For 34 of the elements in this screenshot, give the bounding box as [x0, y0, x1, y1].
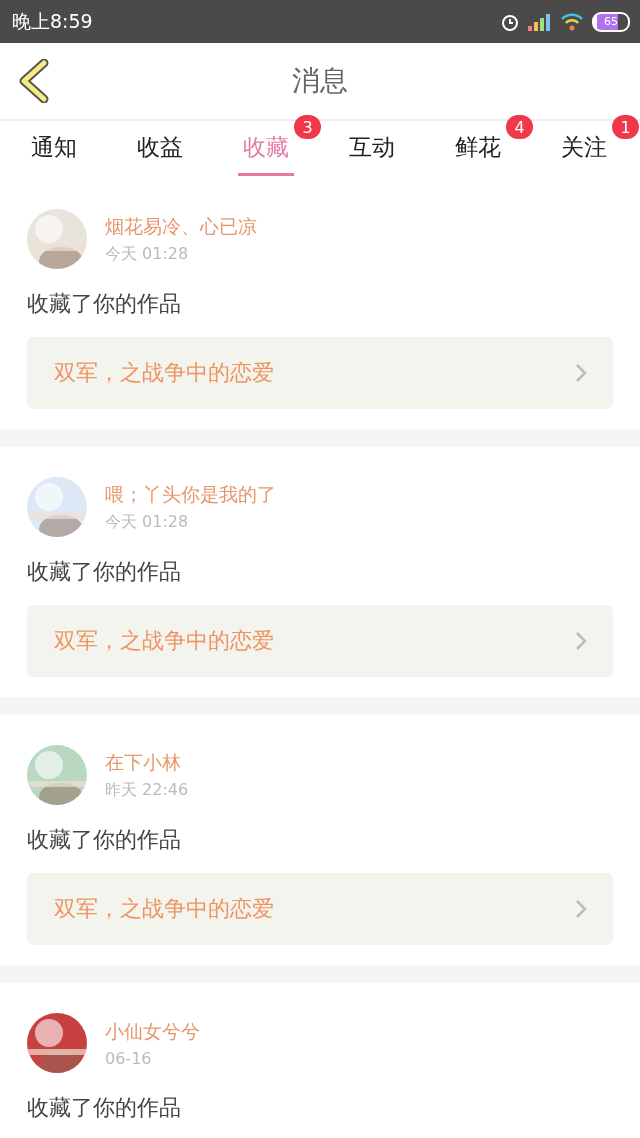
message-time: 06-16: [105, 1048, 153, 1068]
signal-icon: [528, 12, 552, 31]
message-text: 收藏了你的作品: [27, 290, 182, 318]
status-time: 晚上8:59: [12, 8, 93, 34]
tab[interactable]: 互动: [344, 121, 400, 176]
user-name[interactable]: 小仙女兮兮: [105, 1018, 200, 1045]
count-badge: 3: [294, 115, 321, 139]
user-name[interactable]: 喂；丫头你是我的了: [105, 481, 276, 508]
work-title: 双军，之战争中的恋爱: [54, 895, 274, 923]
work-card[interactable]: 双军，之战争中的恋爱: [27, 337, 613, 409]
message-time: 今天 01:28: [105, 243, 190, 265]
work-card[interactable]: 双军，之战争中的恋爱: [27, 605, 613, 677]
count-badge: 4: [506, 115, 533, 139]
message-text: 收藏了你的作品: [27, 1094, 182, 1122]
tab[interactable]: 鲜花: [450, 121, 506, 176]
count-badge: 1: [612, 115, 639, 139]
tab[interactable]: 收益: [132, 121, 188, 176]
chevron-right-icon: [575, 631, 587, 651]
work-title: 双军，之战争中的恋爱: [54, 627, 274, 655]
battery-icon: 65: [592, 11, 630, 32]
chevron-right-icon: [575, 363, 587, 383]
tab[interactable]: 通知: [26, 121, 82, 176]
user-name[interactable]: 在下小林: [105, 749, 189, 776]
work-card[interactable]: 双军，之战争中的恋爱: [27, 873, 613, 945]
user-name[interactable]: 烟花易冷、心已凉: [105, 213, 257, 240]
chevron-right-icon: [575, 899, 587, 919]
tab[interactable]: 关注: [556, 121, 612, 176]
work-title: 双军，之战争中的恋爱: [54, 359, 274, 387]
message-time: 今天 01:28: [105, 511, 190, 533]
message-text: 收藏了你的作品: [27, 558, 182, 586]
wifi-icon: [560, 12, 584, 31]
message-time: 昨天 22:46: [105, 779, 189, 801]
page-title: 消息: [292, 63, 348, 99]
message-text: 收藏了你的作品: [27, 826, 182, 854]
